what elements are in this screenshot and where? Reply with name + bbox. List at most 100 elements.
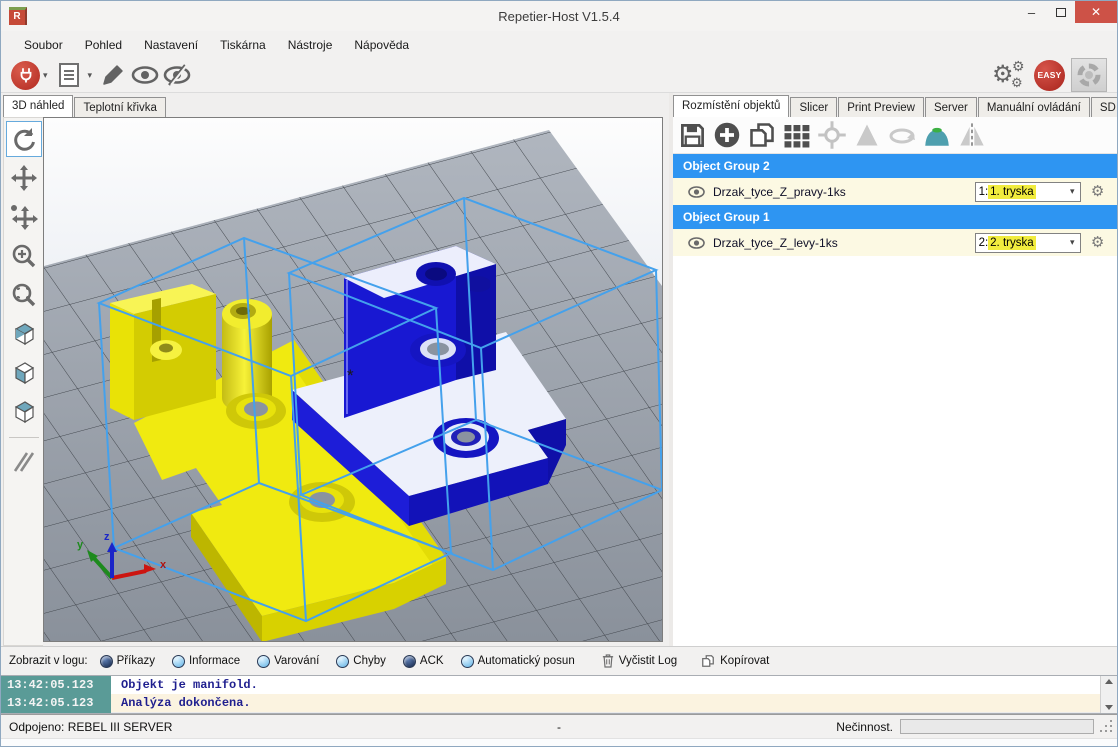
autoposition-button[interactable] bbox=[782, 120, 812, 150]
zoom-fit-button[interactable] bbox=[6, 277, 42, 313]
object-row[interactable]: Drzak_tyce_Z_pravy-1ks 1:1. tryska ▾ ⚙ bbox=[673, 178, 1118, 205]
menu-pohled[interactable]: Pohled bbox=[74, 34, 133, 56]
connect-button[interactable] bbox=[11, 61, 40, 90]
resize-grip[interactable] bbox=[1101, 721, 1113, 733]
tab-teplotni-krivka[interactable]: Teplotní křivka bbox=[74, 97, 166, 117]
clear-log-button[interactable]: Vyčistit Log bbox=[602, 654, 677, 668]
hide-travel-button[interactable] bbox=[163, 61, 191, 89]
eye-slash-icon bbox=[163, 63, 191, 87]
minimize-button[interactable]: – bbox=[1017, 1, 1046, 23]
log-toggle-icon bbox=[336, 655, 349, 668]
load-dropdown-caret[interactable]: ▾ bbox=[88, 70, 93, 81]
tab-manualni-ovladani[interactable]: Manuální ovládání bbox=[978, 97, 1090, 117]
rotate-view-button[interactable] bbox=[6, 121, 42, 157]
svg-text:x: x bbox=[160, 559, 167, 571]
log-toggle-icon bbox=[461, 655, 474, 668]
window-title: Repetier-Host V1.5.4 bbox=[1, 9, 1117, 24]
copy-objects-button[interactable] bbox=[747, 120, 777, 150]
tab-rozmisteni-objektu[interactable]: Rozmístění objektů bbox=[673, 95, 789, 117]
tab-server[interactable]: Server bbox=[925, 97, 977, 117]
parallel-projection-button[interactable] bbox=[6, 444, 42, 480]
object-settings-button[interactable]: ⚙ bbox=[1081, 235, 1115, 250]
extruder-selected: 1. tryska bbox=[988, 185, 1035, 199]
edit-button[interactable] bbox=[99, 61, 127, 89]
isometric-view-button[interactable] bbox=[6, 316, 42, 352]
status-center-text: - bbox=[1, 720, 1117, 734]
emergency-stop-button[interactable] bbox=[1071, 58, 1107, 92]
viewport-3d[interactable]: * x y z bbox=[43, 117, 663, 642]
load-button[interactable] bbox=[55, 61, 83, 89]
tab-3d-nahled[interactable]: 3D náhled bbox=[3, 95, 73, 117]
group-header[interactable]: Object Group 2 bbox=[673, 154, 1118, 178]
app-logo-icon: R bbox=[9, 7, 27, 25]
connect-dropdown-caret[interactable]: ▾ bbox=[43, 70, 48, 81]
show-filament-button[interactable] bbox=[131, 61, 159, 89]
isometric-view-icon bbox=[10, 320, 38, 348]
toggle-label: Automatický posun bbox=[478, 655, 575, 667]
tab-slicer[interactable]: Slicer bbox=[790, 97, 837, 117]
toggle-ack[interactable]: ACK bbox=[403, 655, 444, 668]
delete-object-button[interactable] bbox=[1115, 184, 1118, 200]
tab-print-preview[interactable]: Print Preview bbox=[838, 97, 924, 117]
menu-napoveda[interactable]: Nápověda bbox=[343, 34, 420, 56]
copy-log-label: Kopírovat bbox=[720, 655, 769, 667]
toggle-prikazy[interactable]: Příkazy bbox=[100, 655, 155, 668]
front-view-button[interactable] bbox=[6, 355, 42, 391]
gear-icon: ⚙ bbox=[1091, 184, 1104, 199]
object-row[interactable]: Drzak_tyce_Z_levy-1ks 2:2. tryska ▾ ⚙ bbox=[673, 229, 1118, 256]
easy-mode-button[interactable]: EASY bbox=[1034, 60, 1065, 91]
extruder-select[interactable]: 1:1. tryska ▾ bbox=[975, 182, 1081, 202]
zoom-fit-icon bbox=[11, 282, 37, 308]
menu-nastaveni[interactable]: Nastavení bbox=[133, 34, 209, 56]
view-panel: 3D náhled Teplotní křivka bbox=[1, 93, 669, 646]
move-object-icon bbox=[10, 204, 38, 230]
delete-object-button[interactable] bbox=[1115, 235, 1118, 251]
scroll-down-icon[interactable] bbox=[1105, 705, 1113, 710]
visibility-toggle[interactable] bbox=[679, 237, 713, 249]
view-tabs: 3D náhled Teplotní křivka bbox=[3, 93, 669, 117]
toggle-chyby[interactable]: Chyby bbox=[336, 655, 386, 668]
scene-3d: * x y z bbox=[44, 118, 662, 641]
move-view-icon bbox=[11, 165, 37, 191]
right-tabs: Rozmístění objektů Slicer Print Preview … bbox=[673, 93, 1118, 117]
object-list-empty-area bbox=[673, 256, 1118, 646]
toggle-automaticky-posun[interactable]: Automatický posun bbox=[461, 655, 575, 668]
svg-text:y: y bbox=[77, 539, 84, 551]
maximize-button[interactable] bbox=[1046, 1, 1075, 23]
move-object-button[interactable] bbox=[6, 199, 42, 235]
plug-icon bbox=[17, 66, 35, 84]
save-button[interactable] bbox=[677, 120, 707, 150]
menu-nastroje[interactable]: Nástroje bbox=[277, 34, 344, 56]
add-object-button[interactable] bbox=[712, 120, 742, 150]
save-icon bbox=[679, 122, 706, 149]
menu-soubor[interactable]: Soubor bbox=[13, 34, 74, 56]
toggle-varovani[interactable]: Varování bbox=[257, 655, 319, 668]
group-header[interactable]: Object Group 1 bbox=[673, 205, 1118, 229]
copy-log-button[interactable]: Kopírovat bbox=[701, 654, 769, 668]
tab-sd-karta[interactable]: SD karta bbox=[1091, 97, 1118, 117]
move-view-button[interactable] bbox=[6, 160, 42, 196]
zoom-in-button[interactable] bbox=[6, 238, 42, 274]
chevron-down-icon: ▾ bbox=[1065, 186, 1080, 197]
rotate-object-icon bbox=[887, 121, 917, 149]
center-object-icon bbox=[817, 120, 847, 150]
object-name: Drzak_tyce_Z_levy-1ks bbox=[713, 236, 975, 250]
drop-object-button[interactable] bbox=[922, 120, 952, 150]
top-view-button[interactable] bbox=[6, 394, 42, 430]
scale-object-button bbox=[852, 120, 882, 150]
top-view-icon bbox=[10, 398, 38, 426]
log-scrollbar[interactable] bbox=[1100, 676, 1117, 713]
toggle-informace[interactable]: Informace bbox=[172, 655, 240, 668]
visibility-toggle[interactable] bbox=[679, 186, 713, 198]
toggle-label: ACK bbox=[420, 655, 444, 667]
eye-icon bbox=[688, 186, 705, 198]
toggle-label: Chyby bbox=[353, 655, 386, 667]
emergency-stop-icon bbox=[1075, 61, 1103, 89]
scroll-up-icon[interactable] bbox=[1105, 679, 1113, 684]
object-settings-button[interactable]: ⚙ bbox=[1081, 184, 1115, 199]
printer-settings-button[interactable]: ⚙ ⚙ ⚙ bbox=[992, 59, 1028, 91]
extruder-select[interactable]: 2:2. tryska ▾ bbox=[975, 233, 1081, 253]
toolstrip-divider bbox=[9, 437, 39, 438]
menu-tiskarna[interactable]: Tiskárna bbox=[209, 34, 277, 56]
close-button[interactable]: ✕ bbox=[1075, 1, 1117, 23]
